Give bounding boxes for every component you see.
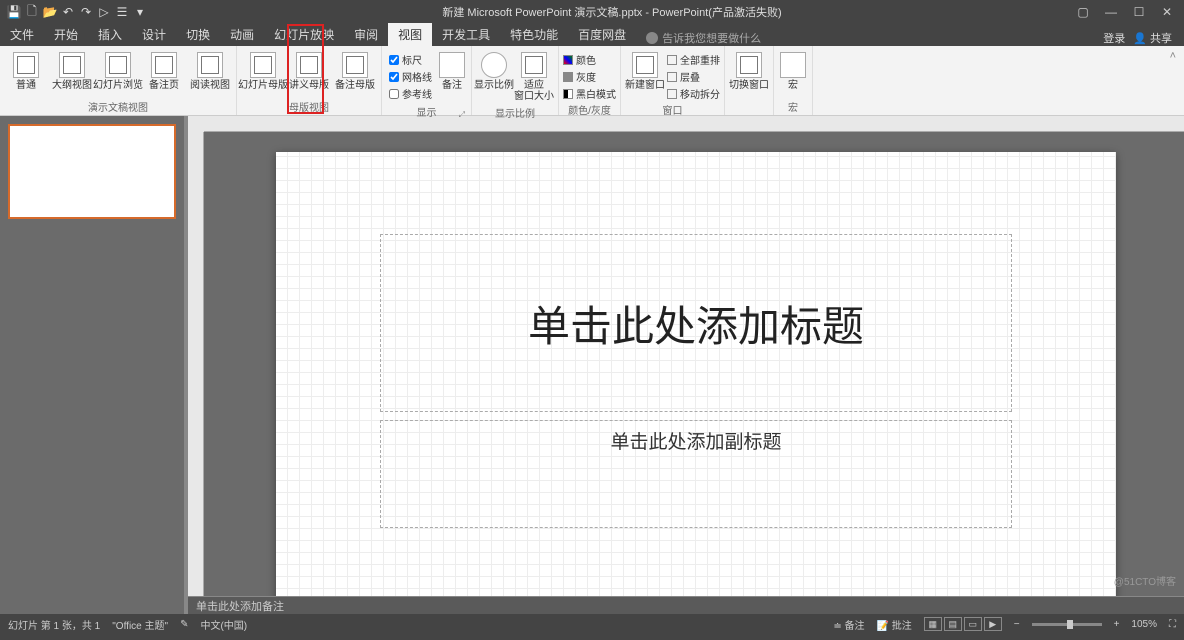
outline-view-button[interactable]: 大纲视图 <box>50 50 94 93</box>
ruler-horizontal[interactable] <box>204 116 1184 132</box>
group-color: 颜色/灰度 <box>563 101 616 118</box>
fit-window-button[interactable]: 适应 窗口大小 <box>514 50 554 104</box>
tab-file[interactable]: 文件 <box>0 23 44 46</box>
new-icon[interactable]: 🗋 <box>24 4 40 20</box>
zoom-slider[interactable] <box>1032 623 1102 626</box>
macros-button[interactable]: 宏 <box>778 50 808 93</box>
close-icon[interactable]: ✕ <box>1154 2 1180 22</box>
slide-canvas[interactable]: 单击此处添加标题 单击此处添加副标题 @51CTO博客 <box>204 132 1184 596</box>
bw-button[interactable]: 黑白模式 <box>563 86 616 101</box>
minimize-icon[interactable]: — <box>1098 2 1124 22</box>
redo-icon[interactable]: ↷ <box>78 4 94 20</box>
guides-checkbox[interactable]: 参考线 <box>389 86 432 101</box>
tab-special[interactable]: 特色功能 <box>500 23 568 46</box>
status-comments[interactable]: 📝 批注 <box>877 617 912 632</box>
status-slide-info: 幻灯片 第 1 张，共 1 <box>8 617 100 632</box>
zoom-in-icon[interactable]: + <box>1114 619 1120 630</box>
status-spellcheck-icon[interactable]: ✎ <box>180 619 188 630</box>
subtitle-placeholder[interactable]: 单击此处添加副标题 <box>380 420 1012 528</box>
group-switch <box>729 102 769 115</box>
group-zoom: 显示比例 <box>476 104 554 121</box>
cascade-button[interactable]: 层叠 <box>667 69 720 84</box>
tab-animations[interactable]: 动画 <box>220 23 264 46</box>
new-window-button[interactable]: 新建窗口 <box>625 50 665 93</box>
zoom-button[interactable]: 显示比例 <box>476 50 512 93</box>
notes-master-button[interactable]: 备注母版 <box>333 50 377 93</box>
group-macros: 宏 <box>778 98 808 115</box>
arrange-all-button[interactable]: 全部重排 <box>667 52 720 67</box>
slide-thumbnails-panel <box>0 116 184 614</box>
normal-view-button[interactable]: 普通 <box>4 50 48 93</box>
ribbon-options-icon[interactable]: ▢ <box>1070 2 1096 22</box>
group-show: 显示⤢ <box>386 103 467 120</box>
thumbnail-slide-1[interactable] <box>8 124 176 219</box>
tab-insert[interactable]: 插入 <box>88 23 132 46</box>
tab-view[interactable]: 视图 <box>388 23 432 46</box>
title-placeholder[interactable]: 单击此处添加标题 <box>380 234 1012 412</box>
login-link[interactable]: 登录 <box>1103 30 1125 46</box>
normal-view-icon[interactable]: ▦ <box>924 617 942 631</box>
ruler-corner <box>188 116 204 132</box>
tab-baidu[interactable]: 百度网盘 <box>568 23 636 46</box>
slide[interactable]: 单击此处添加标题 单击此处添加副标题 <box>276 152 1116 596</box>
sorter-view-icon[interactable]: ▤ <box>944 617 962 631</box>
share-link[interactable]: 👤 共享 <box>1133 30 1172 46</box>
handout-master-button[interactable]: 讲义母版 <box>287 50 331 93</box>
reading-view-button[interactable]: 阅读视图 <box>188 50 232 93</box>
zoom-out-icon[interactable]: − <box>1014 619 1020 630</box>
tab-slideshow[interactable]: 幻灯片放映 <box>264 23 344 46</box>
lightbulb-icon <box>646 32 658 44</box>
start-icon[interactable]: ▷ <box>96 4 112 20</box>
zoom-percent[interactable]: 105% <box>1131 619 1157 630</box>
notes-page-button[interactable]: 备注页 <box>142 50 186 93</box>
sorter-view-button[interactable]: 幻灯片浏览 <box>96 50 140 93</box>
tab-review[interactable]: 审阅 <box>344 23 388 46</box>
switch-window-button[interactable]: 切换窗口 <box>729 50 769 93</box>
grayscale-button[interactable]: 灰度 <box>563 69 616 84</box>
window-title: 新建 Microsoft PowerPoint 演示文稿.pptx - Powe… <box>154 4 1070 20</box>
reading-view-icon[interactable]: ▭ <box>964 617 982 631</box>
watermark: @51CTO博客 <box>1114 573 1176 588</box>
open-icon[interactable]: 📂 <box>42 4 58 20</box>
ruler-vertical[interactable] <box>188 132 204 596</box>
slide-master-button[interactable]: 幻灯片母版 <box>241 50 285 93</box>
tab-transitions[interactable]: 切换 <box>176 23 220 46</box>
notes-button[interactable]: 备注 <box>437 50 467 93</box>
undo-icon[interactable]: ↶ <box>60 4 76 20</box>
slideshow-view-icon[interactable]: ▶ <box>984 617 1002 631</box>
move-split-button[interactable]: 移动拆分 <box>667 86 720 101</box>
status-language[interactable]: 中文(中国) <box>200 617 247 632</box>
notes-pane[interactable]: 单击此处添加备注 <box>188 596 1184 614</box>
group-master-views: 母版视图 <box>241 98 377 115</box>
tab-developer[interactable]: 开发工具 <box>432 23 500 46</box>
group-presentation-views: 演示文稿视图 <box>4 98 232 115</box>
maximize-icon[interactable]: ☐ <box>1126 2 1152 22</box>
collapse-ribbon-icon[interactable]: ˄ <box>1162 46 1184 115</box>
tab-home[interactable]: 开始 <box>44 23 88 46</box>
color-button[interactable]: 颜色 <box>563 52 616 67</box>
status-notes[interactable]: ≐ 备注 <box>833 617 864 632</box>
save-icon[interactable]: 💾 <box>6 4 22 20</box>
touch-icon[interactable]: ☰ <box>114 4 130 20</box>
fit-slide-icon[interactable]: ⛶ <box>1169 619 1176 630</box>
ruler-checkbox[interactable]: 标尺 <box>389 52 432 67</box>
status-theme: "Office 主题" <box>112 617 168 632</box>
show-launcher-icon[interactable]: ⤢ <box>459 110 465 120</box>
group-window: 窗口 <box>625 101 720 118</box>
gridlines-checkbox[interactable]: 网格线 <box>389 69 432 84</box>
qat-more-icon[interactable]: ▾ <box>132 4 148 20</box>
tell-me[interactable]: 告诉我您想要做什么 <box>646 30 761 46</box>
tab-design[interactable]: 设计 <box>132 23 176 46</box>
